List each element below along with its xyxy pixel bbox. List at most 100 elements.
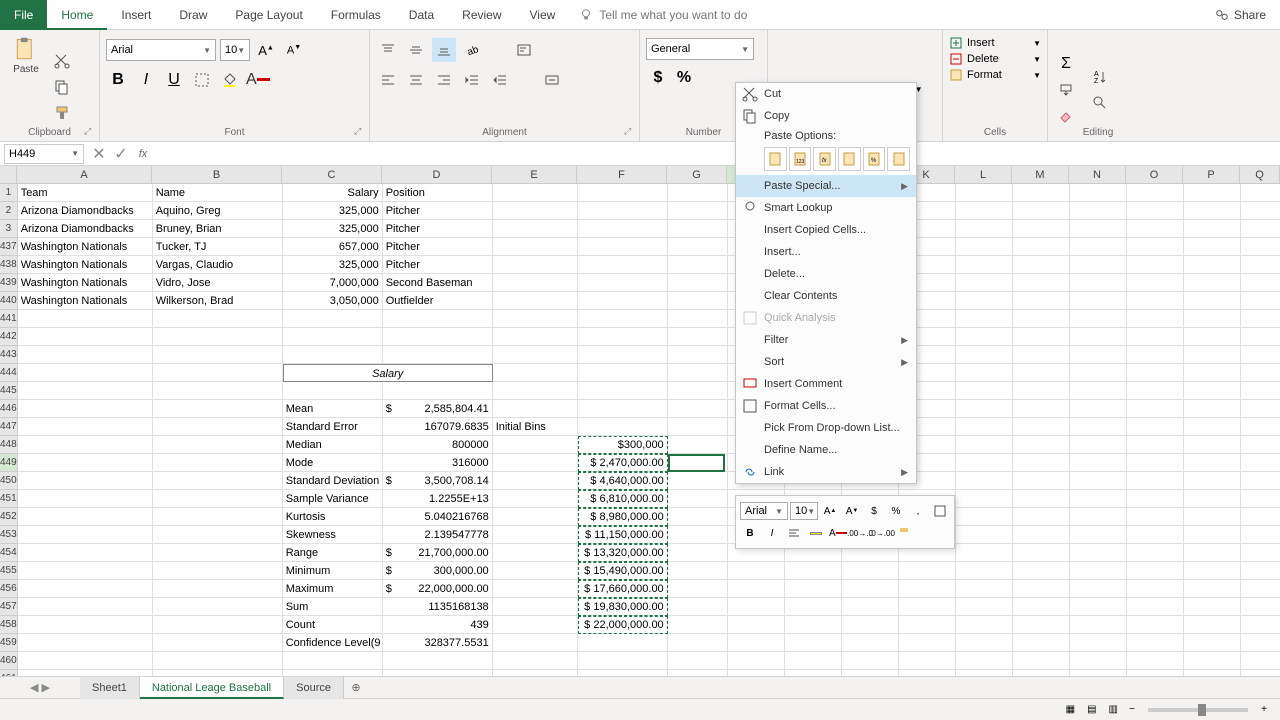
cell[interactable] xyxy=(668,292,728,310)
cell[interactable] xyxy=(956,490,1013,508)
cell[interactable] xyxy=(668,598,728,616)
cell[interactable]: $ 11,150,000.00 xyxy=(578,526,668,544)
cell[interactable] xyxy=(1241,328,1280,346)
cell[interactable] xyxy=(1070,454,1127,472)
cell[interactable] xyxy=(668,346,728,364)
cell[interactable]: Washington Nationals xyxy=(18,292,153,310)
cell[interactable] xyxy=(493,490,578,508)
cell[interactable] xyxy=(956,508,1013,526)
cell[interactable] xyxy=(1013,562,1070,580)
cell[interactable] xyxy=(153,526,283,544)
row-header[interactable]: 460 xyxy=(0,652,18,670)
cell[interactable] xyxy=(668,418,728,436)
cell[interactable] xyxy=(1070,418,1127,436)
cell[interactable] xyxy=(1070,526,1127,544)
mini-size-combo[interactable]: 10▼ xyxy=(790,502,818,520)
cell[interactable]: 325,000 xyxy=(283,202,383,220)
cell[interactable] xyxy=(1127,382,1184,400)
mini-shrink-font[interactable]: A▼ xyxy=(842,501,862,521)
decrease-indent-button[interactable] xyxy=(460,68,484,92)
cell[interactable]: 5.040216768 xyxy=(383,508,493,526)
row-header[interactable]: 451 xyxy=(0,490,18,508)
clipboard-dialog-launcher[interactable]: ⤢ xyxy=(84,126,96,138)
cell[interactable] xyxy=(1241,238,1280,256)
cell[interactable] xyxy=(1184,292,1241,310)
cell[interactable]: 325,000 xyxy=(283,256,383,274)
cell[interactable] xyxy=(956,652,1013,670)
paste-transpose-button[interactable] xyxy=(838,147,861,171)
cell[interactable] xyxy=(785,616,842,634)
zoom-slider[interactable] xyxy=(1148,708,1248,712)
cell[interactable] xyxy=(668,670,728,676)
cell[interactable] xyxy=(493,508,578,526)
cell[interactable] xyxy=(18,328,153,346)
cell[interactable] xyxy=(1070,184,1127,202)
row-header[interactable]: 440 xyxy=(0,292,18,310)
cell[interactable] xyxy=(1241,580,1280,598)
sort-filter-button[interactable]: AZ xyxy=(1088,65,1112,89)
tab-insert[interactable]: Insert xyxy=(107,0,165,30)
cell[interactable] xyxy=(578,292,668,310)
row-header[interactable]: 459 xyxy=(0,634,18,652)
cell[interactable] xyxy=(578,418,668,436)
cell[interactable] xyxy=(18,526,153,544)
cell[interactable] xyxy=(1070,508,1127,526)
cell[interactable]: $300,000 xyxy=(578,436,668,454)
cell[interactable] xyxy=(668,364,728,382)
cell[interactable]: $ 19,830,000.00 xyxy=(578,598,668,616)
ctx-insert-comment[interactable]: Insert Comment xyxy=(736,373,916,395)
cell[interactable] xyxy=(1127,328,1184,346)
ctx-pick-dropdown[interactable]: Pick From Drop-down List... xyxy=(736,417,916,439)
cell[interactable] xyxy=(18,652,153,670)
cell[interactable] xyxy=(1070,256,1127,274)
cell[interactable] xyxy=(283,328,383,346)
cell[interactable] xyxy=(1184,562,1241,580)
cell[interactable] xyxy=(956,634,1013,652)
cell[interactable]: $3,500,708.14 xyxy=(383,472,493,490)
cell[interactable] xyxy=(153,490,283,508)
cell[interactable] xyxy=(18,580,153,598)
cell[interactable] xyxy=(1013,202,1070,220)
cell[interactable] xyxy=(1184,328,1241,346)
cell[interactable] xyxy=(18,598,153,616)
cell[interactable]: Count xyxy=(283,616,383,634)
row-header[interactable]: 449 xyxy=(0,454,18,472)
cell[interactable] xyxy=(1184,616,1241,634)
cell[interactable] xyxy=(899,580,956,598)
cell[interactable] xyxy=(493,634,578,652)
cell[interactable] xyxy=(668,616,728,634)
cell[interactable]: Mode xyxy=(283,454,383,472)
cell[interactable] xyxy=(493,202,578,220)
cell[interactable] xyxy=(1184,598,1241,616)
view-page-layout-button[interactable]: ▤ xyxy=(1081,704,1102,715)
cell[interactable]: Second Baseman xyxy=(383,274,493,292)
cell[interactable] xyxy=(956,418,1013,436)
tab-file[interactable]: File xyxy=(0,0,47,30)
mini-italic[interactable]: I xyxy=(762,523,782,543)
cell[interactable] xyxy=(153,454,283,472)
zoom-in-button[interactable]: + xyxy=(1256,704,1272,715)
cell[interactable] xyxy=(153,346,283,364)
row-header[interactable]: 438 xyxy=(0,256,18,274)
cell[interactable] xyxy=(956,580,1013,598)
copy-button[interactable] xyxy=(50,75,74,99)
row-header[interactable]: 457 xyxy=(0,598,18,616)
cell[interactable] xyxy=(668,382,728,400)
mini-comma[interactable]: , xyxy=(908,501,928,521)
ctx-clear-contents[interactable]: Clear Contents xyxy=(736,285,916,307)
align-top-button[interactable] xyxy=(376,38,400,62)
cell[interactable] xyxy=(1127,544,1184,562)
cell[interactable]: $ 8,980,000.00 xyxy=(578,508,668,526)
ctx-cut[interactable]: Cut xyxy=(736,83,916,105)
cell[interactable] xyxy=(956,364,1013,382)
cell[interactable] xyxy=(1241,652,1280,670)
cell[interactable] xyxy=(956,256,1013,274)
cell[interactable] xyxy=(1070,202,1127,220)
tab-data[interactable]: Data xyxy=(395,0,448,30)
cell[interactable] xyxy=(1070,364,1127,382)
cell[interactable]: 7,000,000 xyxy=(283,274,383,292)
cell[interactable]: $ 15,490,000.00 xyxy=(578,562,668,580)
cancel-formula-button[interactable]: ✕ xyxy=(88,144,110,164)
cell[interactable] xyxy=(578,364,668,382)
col-header-Q[interactable]: Q xyxy=(1240,166,1280,183)
